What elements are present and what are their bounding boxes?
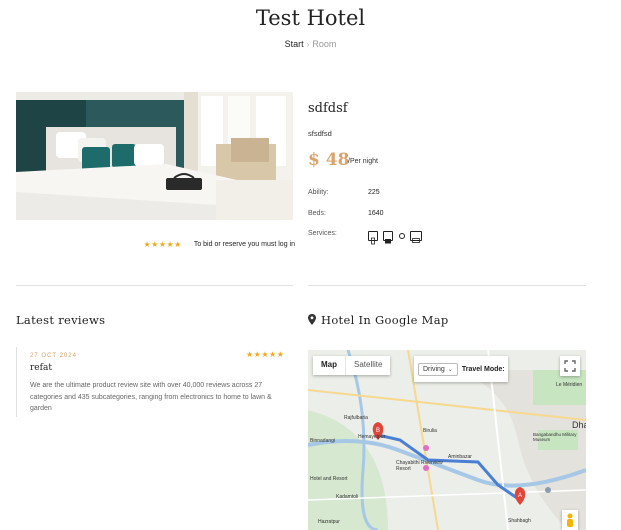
- beds-label: Beds:: [308, 210, 326, 217]
- breadcrumb: Start › Room: [0, 39, 621, 49]
- map-pin-icon: [308, 314, 316, 328]
- beds-value: 1640: [368, 210, 384, 217]
- review-text: We are the ultimate product review site …: [30, 382, 272, 412]
- map-label: Shahbagh: [508, 518, 531, 524]
- travel-mode-panel: Driving ⌄ Travel Mode:: [414, 356, 508, 382]
- camera-icon: [383, 230, 394, 244]
- marker-a-label: A: [518, 493, 522, 499]
- divider-right: [308, 285, 586, 286]
- chevron-down-icon: ⌄: [447, 366, 453, 373]
- room-description: sfsdfsd: [308, 129, 332, 138]
- map-label: Dhaka: [572, 420, 586, 430]
- room-price: $ 48: [308, 150, 350, 170]
- login-to-bid-text[interactable]: To bid or reserve you must log in: [194, 241, 295, 248]
- room-photo: [16, 92, 293, 220]
- map-label: Hotel and Resort: [310, 476, 348, 482]
- google-map[interactable]: B A Rajfulbaria Hemayetpur Birulia Binna…: [308, 350, 586, 530]
- map-label: Le Méridien: [556, 382, 583, 388]
- map-label: Hazratpur: [318, 519, 340, 525]
- monitor-icon: [410, 230, 423, 243]
- dot-icon: [398, 232, 405, 239]
- map-heading-text: Hotel In Google Map: [321, 313, 449, 327]
- review-stars: ★★★★★: [246, 350, 285, 359]
- services-label: Services:: [308, 230, 337, 237]
- travel-mode-select[interactable]: Driving ⌄: [418, 362, 458, 376]
- map-label: Chayabithi Riverview Resort: [396, 460, 443, 472]
- rating-stars: ★★★★★: [143, 240, 182, 249]
- map-label: Rajfulbaria: [344, 415, 368, 421]
- review-author: refat: [30, 363, 52, 373]
- room-name: sdfdsf: [308, 101, 348, 116]
- map-label: Binnadangi: [310, 438, 336, 444]
- pegman-icon: [567, 513, 573, 527]
- breadcrumb-home-link[interactable]: Start: [285, 39, 304, 49]
- map-type-control: Map Satellite: [313, 356, 391, 375]
- map-label: Aminbazar: [448, 454, 472, 460]
- breadcrumb-current: Room: [312, 39, 337, 49]
- page-title: Test Hotel: [255, 6, 366, 30]
- map-label: Hemayetpur: [358, 434, 386, 440]
- satellite-tab[interactable]: Satellite: [345, 356, 390, 375]
- map-heading: Hotel In Google Map: [308, 313, 449, 328]
- street-view-pegman[interactable]: [562, 510, 578, 530]
- map-label: Birulia: [423, 428, 437, 434]
- ability-label: Ability:: [308, 189, 329, 196]
- fullscreen-icon: [564, 360, 576, 372]
- review-date: 27 OCT 2024: [30, 353, 77, 359]
- ability-value: 225: [368, 189, 380, 196]
- rating-row: ★★★★★ To bid or reserve you must log in: [120, 240, 295, 249]
- travel-mode-label: Travel Mode:: [461, 365, 505, 373]
- phone-icon: [368, 230, 378, 245]
- services-icons: [368, 227, 423, 245]
- map-tab[interactable]: Map: [313, 356, 345, 375]
- travel-mode-value: Driving: [423, 365, 445, 373]
- price-unit: /Per night: [348, 158, 378, 165]
- latest-reviews-heading: Latest reviews: [16, 313, 106, 327]
- fullscreen-button[interactable]: [560, 356, 580, 376]
- map-label: Bangabandhu Military Museum: [533, 432, 577, 442]
- divider-left: [16, 285, 293, 286]
- breadcrumb-separator: ›: [306, 40, 310, 49]
- map-label: Kadamtoli: [336, 494, 359, 500]
